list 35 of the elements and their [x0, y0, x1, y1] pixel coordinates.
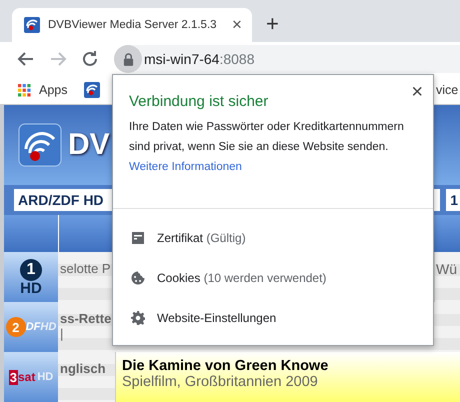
channel-logo: 3sat HD: [4, 352, 58, 402]
settings-icon: [131, 311, 145, 325]
program-subtitle: |: [60, 326, 64, 341]
program-title[interactable]: nglisch: [60, 361, 115, 376]
apps-grid-icon: [18, 84, 31, 96]
close-tab-button[interactable]: ×: [230, 15, 244, 35]
lock-icon[interactable]: [122, 52, 134, 66]
program-title[interactable]: ss-Rette: [60, 311, 115, 326]
more-info-link[interactable]: Weitere Informationen: [129, 157, 242, 177]
bookmark-item[interactable]: Apps: [18, 83, 68, 97]
channel-logo: 1 HD: [4, 252, 58, 302]
close-button[interactable]: ×: [411, 81, 423, 104]
bookmark-item[interactable]: vice: [436, 83, 458, 97]
tab-favicon-icon: [24, 17, 40, 33]
popup-menu-item[interactable]: Website-Einstellungen: [113, 298, 433, 338]
brand-title: DV: [68, 128, 110, 162]
reload-icon[interactable]: [80, 49, 100, 69]
browser-tab[interactable]: DVBViewer Media Server 2.1.5.3 ×: [12, 8, 252, 42]
input-field[interactable]: [434, 189, 440, 211]
logo-icon: [18, 123, 62, 167]
time-field[interactable]: 1: [446, 189, 460, 211]
popup-menu-item[interactable]: Zertifikat (Gültig): [113, 218, 433, 258]
address-bar[interactable]: msi-win7-64:8088: [114, 45, 460, 73]
cookie-icon: [131, 271, 145, 285]
new-tab-button[interactable]: +: [266, 12, 279, 36]
bookmark-item[interactable]: [84, 82, 100, 98]
popup-title: Verbindung ist sicher: [129, 93, 270, 110]
popup-menu-item[interactable]: Cookies (10 werden verwendet): [113, 258, 433, 298]
bookmark-favicon-icon: [84, 82, 100, 98]
program-title[interactable]: selotte P: [60, 261, 115, 276]
popup-description: Ihre Daten wie Passwörter oder Kreditkartennummern sind privat, wenn Sie sie an diese Website senden.: [129, 120, 405, 155]
channel-logo: 2 DFHD: [4, 302, 58, 352]
certificate-icon: [131, 231, 145, 245]
channel-dropdown[interactable]: ARD/ZDF HD: [14, 189, 112, 211]
program-entry[interactable]: Die Kamine von Green Knowe Spielfilm, Großbritannien 2009: [115, 352, 460, 402]
